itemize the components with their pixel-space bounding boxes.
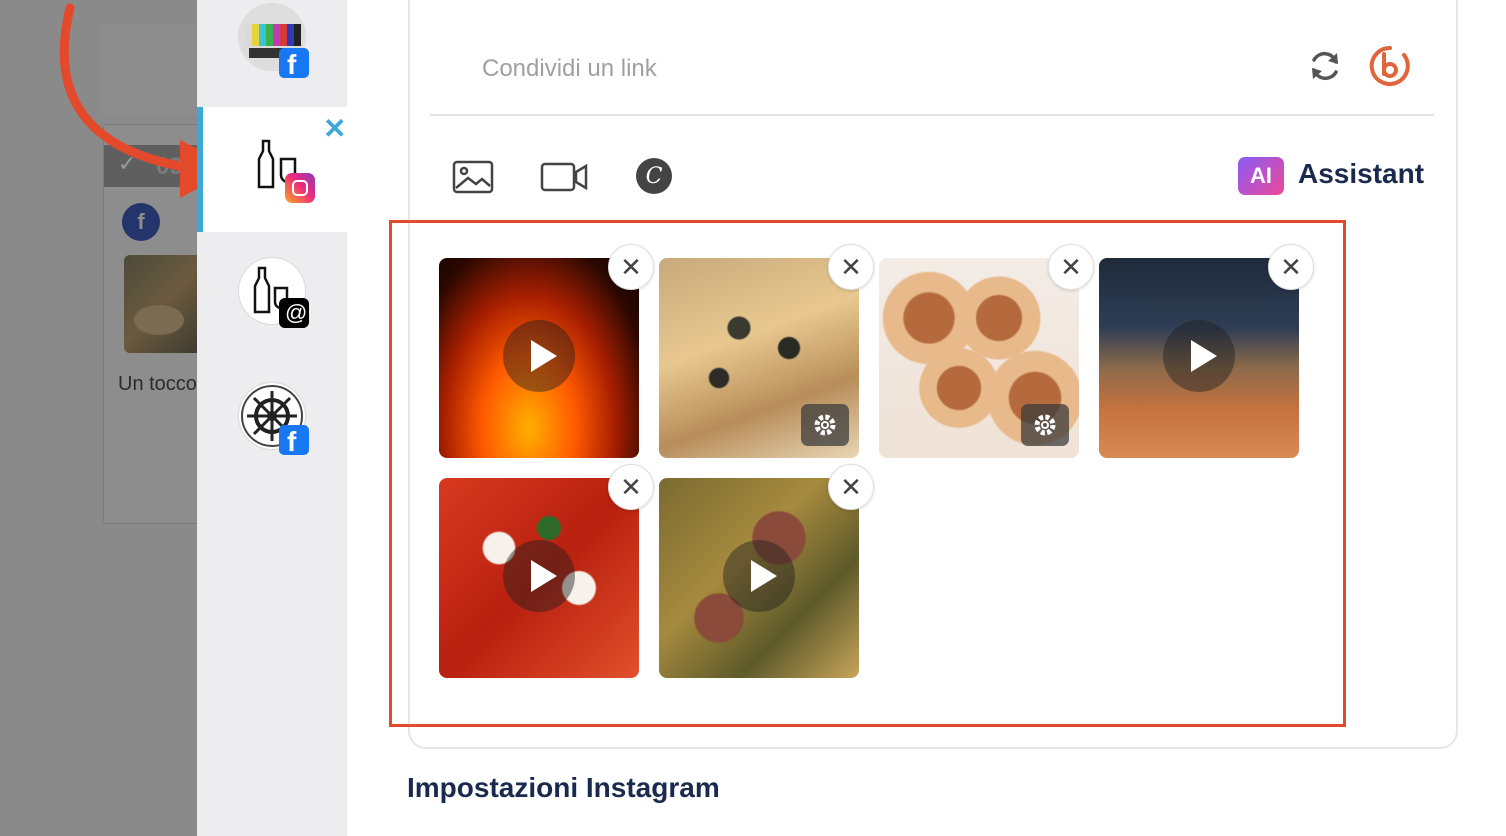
ai-badge[interactable]: AI xyxy=(1238,157,1284,195)
canva-icon[interactable]: C xyxy=(634,156,674,196)
remove-media-button[interactable]: ✕ xyxy=(608,464,654,510)
remove-media-button[interactable]: ✕ xyxy=(608,244,654,290)
close-icon: ✕ xyxy=(620,252,642,282)
composer-divider xyxy=(430,114,1434,116)
video-icon[interactable] xyxy=(540,160,588,194)
bitly-icon[interactable] xyxy=(1368,44,1412,88)
remove-media-button[interactable]: ✕ xyxy=(828,464,874,510)
svg-text:C: C xyxy=(646,164,663,189)
account-list: f ✕ @ f xyxy=(197,0,347,836)
facebook-icon: f xyxy=(279,48,309,80)
background-card-text: Un tocco xyxy=(118,373,197,395)
close-icon: ✕ xyxy=(840,472,862,502)
account-item-tv[interactable]: f xyxy=(197,0,347,105)
close-icon: ✕ xyxy=(1060,252,1082,282)
play-icon[interactable] xyxy=(503,320,575,392)
facebook-icon: f xyxy=(279,425,309,457)
remove-media-button[interactable]: ✕ xyxy=(1048,244,1094,290)
instagram-settings-heading: Impostazioni Instagram xyxy=(407,772,720,803)
close-icon: ✕ xyxy=(1280,252,1302,282)
play-icon[interactable] xyxy=(723,540,795,612)
gear-icon[interactable] xyxy=(801,404,849,446)
share-link-input[interactable] xyxy=(480,48,1184,90)
remove-media-button[interactable]: ✕ xyxy=(1268,244,1314,290)
gear-icon[interactable] xyxy=(1021,404,1069,446)
play-icon[interactable] xyxy=(503,540,575,612)
background-card-thumbnail xyxy=(124,255,202,353)
remove-account-button[interactable]: ✕ xyxy=(323,112,346,145)
image-icon[interactable] xyxy=(452,160,494,194)
refresh-icon[interactable] xyxy=(1307,48,1343,84)
close-icon: ✕ xyxy=(840,252,862,282)
close-icon: ✕ xyxy=(620,472,642,502)
account-item-anchor[interactable]: f xyxy=(197,357,347,482)
remove-media-button[interactable]: ✕ xyxy=(828,244,874,290)
threads-icon: @ xyxy=(279,298,309,328)
account-item-wine-threads[interactable]: @ xyxy=(197,232,347,357)
ai-assistant-button[interactable]: Assistant xyxy=(1298,158,1424,190)
instagram-icon xyxy=(285,173,315,203)
play-icon[interactable] xyxy=(1163,320,1235,392)
